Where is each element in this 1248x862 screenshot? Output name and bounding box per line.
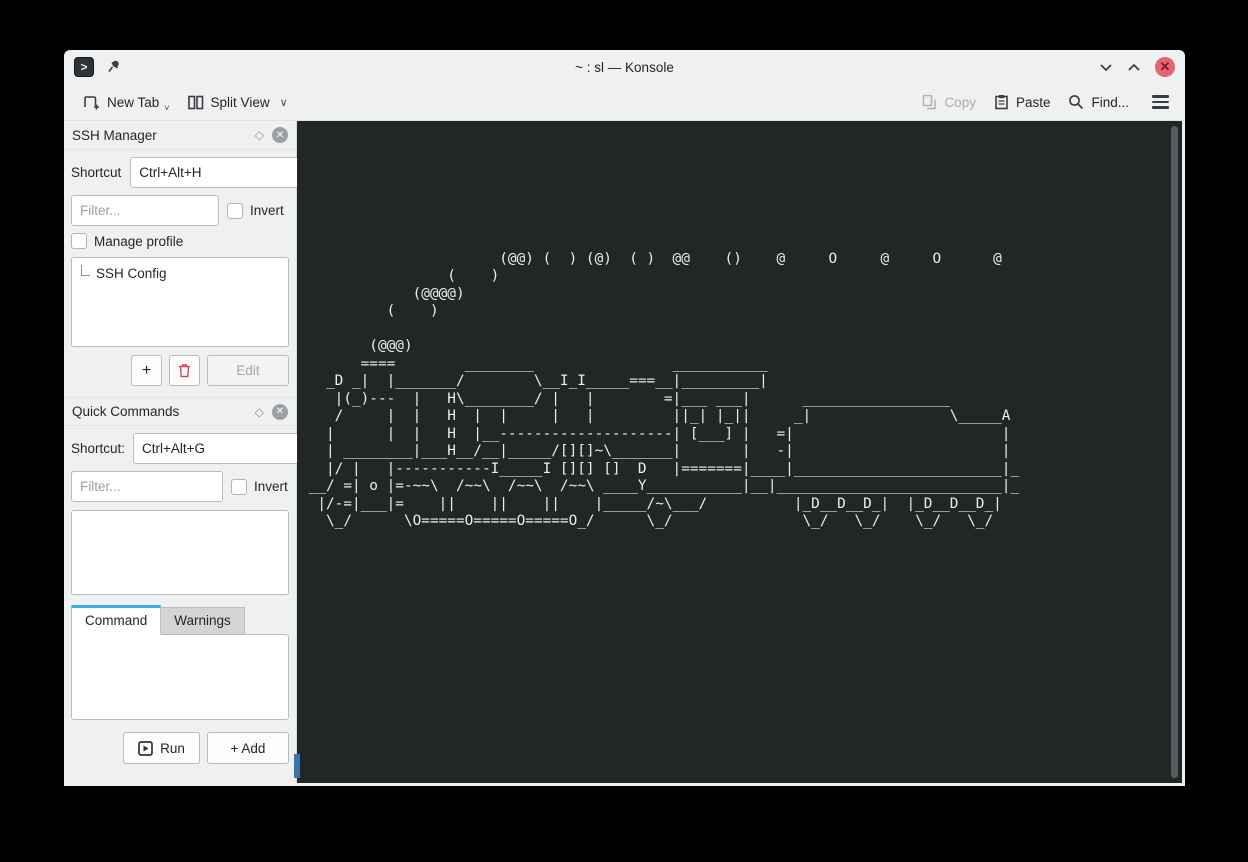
qc-filter-input[interactable]	[71, 471, 223, 502]
paste-button[interactable]: Paste	[987, 89, 1058, 115]
ssh-filter-input[interactable]	[71, 195, 219, 226]
qc-command-editor[interactable]	[71, 634, 289, 720]
titlebar[interactable]: > ~ : sl — Konsole ✕	[64, 50, 1185, 84]
ssh-add-button[interactable]: +	[131, 355, 162, 386]
find-button[interactable]: Find...	[1061, 89, 1136, 115]
konsole-app-icon[interactable]: >	[74, 57, 94, 77]
qc-command-list[interactable]	[71, 510, 289, 595]
paste-icon	[994, 94, 1009, 110]
run-label: Run	[160, 741, 185, 756]
split-view-label: Split View	[211, 95, 270, 110]
copy-icon	[922, 94, 937, 110]
ssh-manager-header[interactable]: SSH Manager ◇ ✕	[64, 121, 296, 150]
ssh-delete-button[interactable]	[169, 355, 200, 386]
new-tab-dropdown-icon[interactable]: ˅	[164, 103, 169, 113]
qc-invert-checkbox[interactable]	[231, 479, 247, 495]
split-view-button[interactable]: Split View ∨	[181, 90, 295, 115]
quick-commands-header[interactable]: Quick Commands ◇ ✕	[64, 397, 296, 426]
split-view-chevron-icon[interactable]: ∨	[280, 96, 288, 109]
find-label: Find...	[1091, 95, 1129, 110]
qc-shortcut-label: Shortcut:	[71, 441, 125, 456]
ssh-config-tree[interactable]: SSH Config	[71, 257, 289, 347]
window-title: ~ : sl — Konsole	[64, 60, 1185, 75]
manage-profile-label: Manage profile	[94, 234, 183, 249]
qc-invert-label: Invert	[254, 479, 288, 494]
tree-branch-icon	[81, 265, 90, 276]
ssh-shortcut-label: Shortcut	[71, 165, 121, 180]
tree-item-label: SSH Config	[96, 266, 167, 281]
search-icon	[1068, 94, 1084, 110]
pin-icon[interactable]	[106, 59, 122, 75]
close-button[interactable]: ✕	[1155, 57, 1175, 77]
new-tab-button[interactable]: New Tab ˅	[76, 89, 177, 115]
close-panel-icon[interactable]: ✕	[272, 404, 288, 420]
trash-icon	[178, 363, 191, 378]
quick-commands-title: Quick Commands	[72, 404, 179, 419]
new-tab-icon	[83, 94, 100, 110]
ssh-edit-button[interactable]: Edit	[207, 355, 289, 386]
new-tab-label: New Tab	[107, 95, 159, 110]
float-panel-icon[interactable]: ◇	[255, 128, 264, 142]
konsole-window: > ~ : sl — Konsole ✕	[64, 50, 1185, 786]
menu-button[interactable]	[1148, 89, 1173, 115]
manage-profile-checkbox[interactable]	[71, 233, 87, 249]
tab-command[interactable]: Command	[71, 605, 161, 635]
float-panel-icon[interactable]: ◇	[255, 405, 264, 419]
ssh-manager-title: SSH Manager	[72, 128, 157, 143]
sidebar: SSH Manager ◇ ✕ Shortcut Invert Manage p…	[64, 121, 297, 783]
sidebar-splitter-handle[interactable]	[294, 754, 300, 778]
close-panel-icon[interactable]: ✕	[272, 127, 288, 143]
minimize-button[interactable]	[1099, 63, 1113, 72]
split-view-icon	[188, 95, 204, 110]
copy-button[interactable]: Copy	[915, 89, 983, 115]
qc-add-button[interactable]: + Add	[207, 732, 289, 764]
tab-warnings[interactable]: Warnings	[161, 607, 245, 634]
paste-label: Paste	[1016, 95, 1051, 110]
tree-item-ssh-config[interactable]: SSH Config	[72, 258, 288, 281]
ssh-invert-label: Invert	[250, 203, 284, 218]
maximize-button[interactable]	[1127, 63, 1141, 72]
terminal-view[interactable]: (@@) ( ) (@) ( ) @@ () @ O @ O @ ( ) (@@…	[297, 121, 1182, 783]
qc-tabbar: Command Warnings	[71, 605, 289, 634]
terminal-scrollbar[interactable]	[1171, 126, 1178, 778]
main-toolbar: New Tab ˅ Split View ∨ Copy	[64, 84, 1185, 121]
copy-label: Copy	[944, 95, 976, 110]
terminal-output: (@@) ( ) (@) ( ) @@ () @ O @ O @ ( ) (@@…	[297, 121, 1182, 531]
run-icon	[138, 741, 153, 756]
qc-run-button[interactable]: Run	[123, 732, 200, 764]
ssh-invert-checkbox[interactable]	[227, 203, 243, 219]
